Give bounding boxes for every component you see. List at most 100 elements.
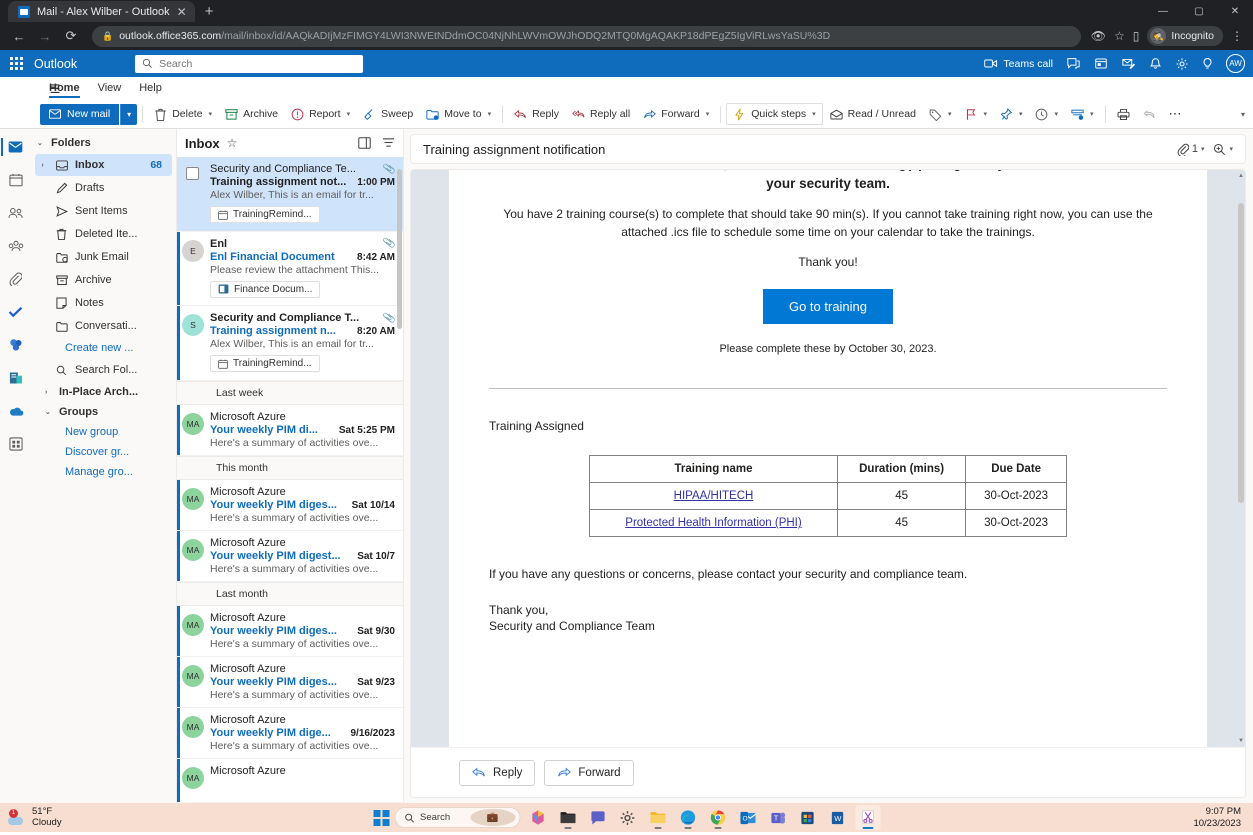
flag-button[interactable]: ▾ bbox=[958, 103, 993, 125]
taskbar-settings-icon[interactable] bbox=[615, 805, 640, 830]
report-button[interactable]: Report ▾ bbox=[285, 103, 356, 125]
sidebar-item-in-place-archive[interactable]: › In-Place Arch... bbox=[31, 382, 176, 402]
calendar-event-icon[interactable] bbox=[1094, 57, 1108, 70]
taskbar-teams-chat-icon[interactable] bbox=[585, 805, 610, 830]
reading-pane-scrollbar[interactable]: ▲ ▼ bbox=[1238, 173, 1244, 744]
rail-onedrive-icon[interactable] bbox=[4, 400, 28, 422]
chevron-down-icon[interactable]: ▾ bbox=[706, 110, 710, 118]
message-checkbox[interactable] bbox=[186, 167, 199, 180]
taskbar-edge-icon[interactable] bbox=[675, 805, 700, 830]
rail-mail-icon[interactable] bbox=[4, 136, 28, 158]
move-to-button[interactable]: Move to ▾ bbox=[420, 103, 497, 125]
new-group-link[interactable]: New group bbox=[31, 422, 176, 442]
new-mail-button[interactable]: New mail bbox=[40, 104, 119, 125]
forward-button[interactable]: Forward ▾ bbox=[637, 103, 715, 125]
discover-groups-link[interactable]: Discover gr... bbox=[31, 442, 176, 462]
taskbar-teams-icon[interactable]: T bbox=[765, 805, 790, 830]
reply-button[interactable]: Reply bbox=[508, 103, 565, 125]
attachment-chip[interactable]: Finance Docum... bbox=[210, 281, 320, 298]
message-list[interactable]: Security and Compliance Te... 📎 Training… bbox=[177, 157, 403, 803]
scroll-down-arrow-icon[interactable]: ▼ bbox=[1238, 738, 1244, 744]
back-icon[interactable]: ← bbox=[8, 25, 30, 47]
attachments-indicator[interactable]: 1 ▾ bbox=[1177, 143, 1205, 156]
browser-tab[interactable]: Mail - Alex Wilber - Outlook ✕ bbox=[8, 1, 195, 22]
groups-header[interactable]: ⌄ Groups bbox=[31, 402, 176, 422]
delete-button[interactable]: Delete ▾ bbox=[148, 103, 218, 125]
favorite-star-icon[interactable]: ☆ bbox=[227, 136, 238, 150]
bell-icon[interactable] bbox=[1149, 57, 1162, 71]
scroll-up-arrow-icon[interactable]: ▲ bbox=[1238, 173, 1244, 179]
tab-help[interactable]: Help bbox=[130, 79, 171, 98]
address-bar[interactable]: 🔒 outlook.office365.com/mail/inbox/id/AA… bbox=[92, 26, 1081, 47]
close-tab-icon[interactable]: ✕ bbox=[177, 6, 187, 18]
taskbar-chrome-icon[interactable] bbox=[705, 805, 730, 830]
list-item[interactable]: MA Microsoft Azure Your weekly PIM dige.… bbox=[177, 708, 403, 759]
teams-call-button[interactable]: Teams call bbox=[984, 58, 1053, 70]
list-item[interactable]: MA Microsoft Azure bbox=[177, 759, 403, 803]
new-mail-dropdown-icon[interactable]: ▾ bbox=[120, 104, 137, 125]
quick-steps-button[interactable]: Quick steps ▾ bbox=[726, 103, 822, 125]
email-scroll-area[interactable]: Alex Wilber, This is an email for traini… bbox=[411, 170, 1245, 747]
chevron-down-icon[interactable]: ▾ bbox=[1054, 110, 1058, 118]
sidebar-item-drafts[interactable]: Drafts bbox=[35, 177, 172, 199]
list-item[interactable]: Security and Compliance Te... 📎 Training… bbox=[177, 157, 403, 232]
chevron-down-icon[interactable]: ▾ bbox=[1090, 110, 1094, 118]
scrollbar-thumb[interactable] bbox=[397, 169, 402, 329]
reload-icon[interactable]: ⟳ bbox=[60, 25, 82, 47]
chrome-menu-icon[interactable]: ⋮ bbox=[1231, 29, 1243, 43]
rail-groups-icon[interactable] bbox=[4, 235, 28, 257]
attachment-chip[interactable]: TrainingRemind... bbox=[210, 355, 320, 372]
tracking-protection-icon[interactable]: 👁 bbox=[1091, 29, 1106, 43]
rail-booking-icon[interactable] bbox=[4, 367, 28, 389]
rail-calendar-icon[interactable] bbox=[4, 169, 28, 191]
list-item[interactable]: E Enl 📎 Enl Financial Document 8:42 AM P… bbox=[177, 232, 403, 307]
folders-header[interactable]: ⌄ Folders bbox=[31, 133, 176, 153]
forward-icon[interactable]: → bbox=[34, 25, 56, 47]
lightbulb-icon[interactable] bbox=[1202, 57, 1213, 71]
chevron-down-icon[interactable]: ▾ bbox=[347, 110, 351, 118]
rules-button[interactable]: ▾ bbox=[1065, 103, 1100, 125]
snooze-button[interactable]: ▾ bbox=[1029, 103, 1064, 125]
categorize-button[interactable]: ▾ bbox=[923, 103, 958, 125]
new-message-icon[interactable] bbox=[1121, 57, 1136, 70]
chevron-down-icon[interactable]: ▾ bbox=[812, 110, 816, 118]
rail-apps-icon[interactable] bbox=[4, 433, 28, 455]
app-launcher-icon[interactable] bbox=[8, 56, 24, 72]
taskbar-file-explorer-2-icon[interactable] bbox=[645, 805, 670, 830]
taskbar-copilot-icon[interactable] bbox=[525, 805, 550, 830]
search-input[interactable] bbox=[159, 58, 356, 70]
chevron-down-icon[interactable]: ▾ bbox=[1201, 145, 1205, 153]
attachment-chip[interactable]: TrainingRemind... bbox=[210, 206, 320, 223]
taskbar-file-explorer-icon[interactable] bbox=[555, 805, 580, 830]
sidepanel-icon[interactable]: ▯ bbox=[1133, 29, 1140, 43]
forward-action-button[interactable]: Forward bbox=[544, 760, 633, 786]
tab-view[interactable]: View bbox=[89, 79, 131, 98]
sidebar-item-deleted-items[interactable]: Deleted Ite... bbox=[35, 223, 172, 245]
filter-icon[interactable] bbox=[382, 137, 395, 148]
chevron-down-icon[interactable]: ▾ bbox=[1229, 145, 1233, 153]
weather-widget[interactable]: 1 51°F Cloudy bbox=[8, 807, 62, 829]
sidebar-item-inbox[interactable]: › Inbox 68 bbox=[35, 154, 172, 176]
undo-button[interactable] bbox=[1137, 103, 1162, 125]
pin-button[interactable]: ▾ bbox=[994, 103, 1029, 125]
message-list-scrollbar[interactable] bbox=[397, 159, 402, 801]
more-options-button[interactable]: ⋯ bbox=[1163, 103, 1189, 125]
manage-groups-link[interactable]: Manage gro... bbox=[31, 462, 176, 482]
taskbar-word-icon[interactable]: W bbox=[825, 805, 850, 830]
zoom-control[interactable]: ▾ bbox=[1213, 143, 1233, 156]
training-link-phi[interactable]: Protected Health Information (PHI) bbox=[625, 517, 801, 529]
window-maximize-button[interactable]: ▢ bbox=[1181, 0, 1217, 22]
chevron-down-icon[interactable]: ▾ bbox=[948, 110, 952, 118]
taskbar-search[interactable]: Search 💼 bbox=[394, 807, 520, 828]
sidebar-item-conversation-history[interactable]: Conversati... bbox=[35, 315, 172, 337]
new-tab-icon[interactable]: + bbox=[205, 3, 214, 20]
taskbar-snipping-tool-icon[interactable] bbox=[855, 805, 880, 830]
window-minimize-button[interactable]: — bbox=[1145, 0, 1181, 22]
ribbon-collapse-icon[interactable]: ▾ bbox=[1241, 110, 1247, 119]
gear-icon[interactable] bbox=[1175, 57, 1189, 71]
chevron-down-icon[interactable]: ▾ bbox=[983, 110, 987, 118]
print-button[interactable] bbox=[1111, 103, 1136, 125]
taskbar-outlook-icon[interactable]: O bbox=[735, 805, 760, 830]
reply-action-button[interactable]: Reply bbox=[459, 760, 535, 786]
chat-icon[interactable] bbox=[1066, 57, 1081, 70]
